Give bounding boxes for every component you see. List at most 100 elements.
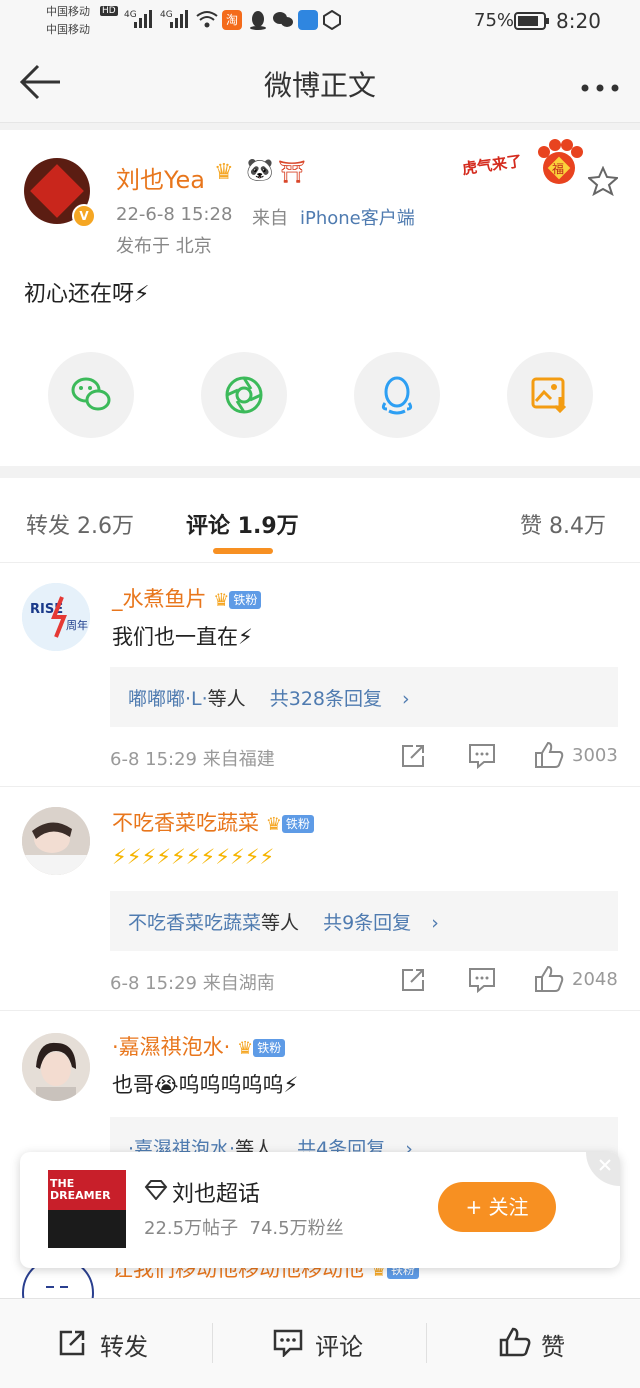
like-label: 赞 [541,1333,565,1361]
reply-mid: 等人 [207,688,246,710]
diamond-icon [144,1180,168,1204]
tab-like[interactable]: 赞 8.4万 [520,508,606,540]
comment-item: RISE 周年 _水煮鱼片 ♛ 铁粉 我们也一直在⚡ 嘟嘟嘟·L·等人 共328条回… [0,563,640,787]
repost-label: 转发 [100,1333,148,1361]
carrier-2: 中国移动 [46,23,90,36]
fan-badge: 铁粉 [253,1039,286,1057]
comment-like-count: 2048 [572,969,618,990]
paw-sticker-icon: 福 [534,138,584,188]
thumbs-up-icon [499,1327,531,1357]
tab-bar: 转发 2.6万 评论 1.9万 赞 8.4万 [0,478,640,563]
post-from-label: 来自 [252,208,288,229]
tab-comment[interactable]: 评论 1.9万 [186,508,299,540]
repost-button[interactable]: 转发 [0,1299,212,1388]
wechat-icon [71,377,111,411]
post-time: 22-6-8 15:28 [116,204,233,225]
moments-icon [225,376,263,414]
clock: 8:20 [556,9,601,33]
topic-thumbnail: THE DREAMER [48,1170,126,1248]
crown-icon: ♛ [265,813,282,835]
comment-meta: 6-8 15:29 来自福建 [110,749,275,770]
crown-icon: ♛ [237,1037,254,1059]
hd-badge: HD [100,6,118,16]
post-source[interactable]: iPhone客户端 [300,204,415,230]
share-comment-icon[interactable] [400,967,426,997]
comment-text: 我们也一直在⚡ [112,625,253,649]
sticker-fu-glyph: 福 [552,162,565,176]
commenter-avatar[interactable]: RISE 周年 [22,583,90,651]
nav-bar: 微博正文 [0,44,640,123]
comment-meta: 6-8 15:29 来自湖南 [110,973,275,994]
share-qq-button[interactable] [354,352,440,438]
wechat-notify-icon [272,11,294,33]
chevron-right-icon: › [431,912,439,934]
chevron-right-icon: › [402,688,410,710]
share-moments-button[interactable] [201,352,287,438]
reply-mid: 等人 [261,912,300,934]
crown-icon: ♛ [213,589,230,611]
cloud-app-icon [298,10,318,30]
wifi-icon [196,10,218,32]
comment-like-count: 3003 [572,745,618,766]
tiger-sticker-text: 虎气来了 [461,151,524,179]
topic-stats: 22.5万帖子 74.5万粉丝 [144,1218,344,1239]
save-image-icon [531,377,567,414]
badge-icon: ⛩ [278,160,306,185]
save-image-button[interactable] [507,352,593,438]
fan-badge: 铁粉 [229,591,262,609]
commenter-name[interactable]: 不吃香菜吃蔬菜 [112,811,259,835]
post-card: V 刘也Yea ♛ 🐼 ⛩ 虎气来了 福 22-6-8 15:28 来自 iPh… [0,130,640,466]
share-comment-icon[interactable] [400,743,426,773]
share-wechat-button[interactable] [48,352,134,438]
comment-icon [273,1329,303,1357]
hand-icon [322,9,342,34]
comment-text: 也哥😭呜呜呜呜呜⚡ [112,1073,299,1097]
signal-icon [134,10,156,32]
like-button[interactable]: 赞 [427,1299,640,1388]
like-comment-icon[interactable] [534,741,564,773]
favorite-star-icon[interactable] [586,165,620,200]
reply-count[interactable]: 共328条回复 [270,688,382,710]
reply-preview[interactable]: 嘟嘟嘟·L·等人 共328条回复 › [110,667,618,727]
carrier-1: 中国移动 [46,5,90,18]
like-comment-icon[interactable] [534,965,564,997]
battery-icon [514,12,550,34]
commenter-name[interactable]: _水煮鱼片 [112,587,207,611]
follow-button[interactable]: + 关注 [438,1182,556,1232]
reply-user[interactable]: 不吃香菜吃蔬菜 [128,912,261,934]
signal-icon-2 [170,10,192,32]
more-icon[interactable] [580,78,624,97]
commenter-name-row: 不吃香菜吃蔬菜 ♛ 铁粉 [112,807,314,837]
reply-comment-icon[interactable] [468,743,496,773]
comment-text: ⚡⚡⚡⚡⚡⚡⚡⚡⚡⚡⚡ [112,845,275,869]
commenter-name[interactable]: ·嘉濕祺泡水· [112,1035,230,1059]
verified-badge-icon: V [72,204,96,228]
tab-repost[interactable]: 转发 2.6万 [26,508,134,540]
comment-label: 评论 [315,1333,363,1361]
status-bar: 中国移动 中国移动 HD 4G 4G 淘 75% 8:20 [0,0,640,44]
commenter-avatar[interactable] [22,1033,90,1101]
page-title: 微博正文 [263,69,376,102]
close-button[interactable] [586,1152,620,1186]
qq-notify-icon [248,10,268,34]
super-topic-popup[interactable]: THE DREAMER 刘也超话 22.5万帖子 74.5万粉丝 + 关注 [20,1152,620,1268]
commenter-avatar[interactable] [22,807,90,875]
reply-count[interactable]: 共9条回复 [323,912,411,934]
comment-button[interactable]: 评论 [213,1299,426,1388]
qq-icon [381,376,413,415]
comment-item: 不吃香菜吃蔬菜 ♛ 铁粉 ⚡⚡⚡⚡⚡⚡⚡⚡⚡⚡⚡ 不吃香菜吃蔬菜等人 共9条回复 … [0,787,640,1011]
author-name[interactable]: 刘也Yea [116,160,205,195]
panda-icon: 🐼 [246,158,274,183]
fan-badge: 铁粉 [281,815,314,833]
thumbnail-text: THE DREAMER [50,1177,111,1202]
post-location: 发布于 北京 [116,236,212,257]
close-icon [599,1159,611,1171]
tab-active-indicator [213,548,273,554]
reply-user[interactable]: 嘟嘟嘟·L· [128,688,208,710]
commenter-name-row: _水煮鱼片 ♛ 铁粉 [112,583,262,613]
reply-preview[interactable]: 不吃香菜吃蔬菜等人 共9条回复 › [110,891,618,951]
taobao-icon: 淘 [222,10,242,30]
reply-comment-icon[interactable] [468,967,496,997]
topic-title: 刘也超话 [172,1182,261,1207]
post-text: 初心还在呀⚡ [24,282,150,307]
